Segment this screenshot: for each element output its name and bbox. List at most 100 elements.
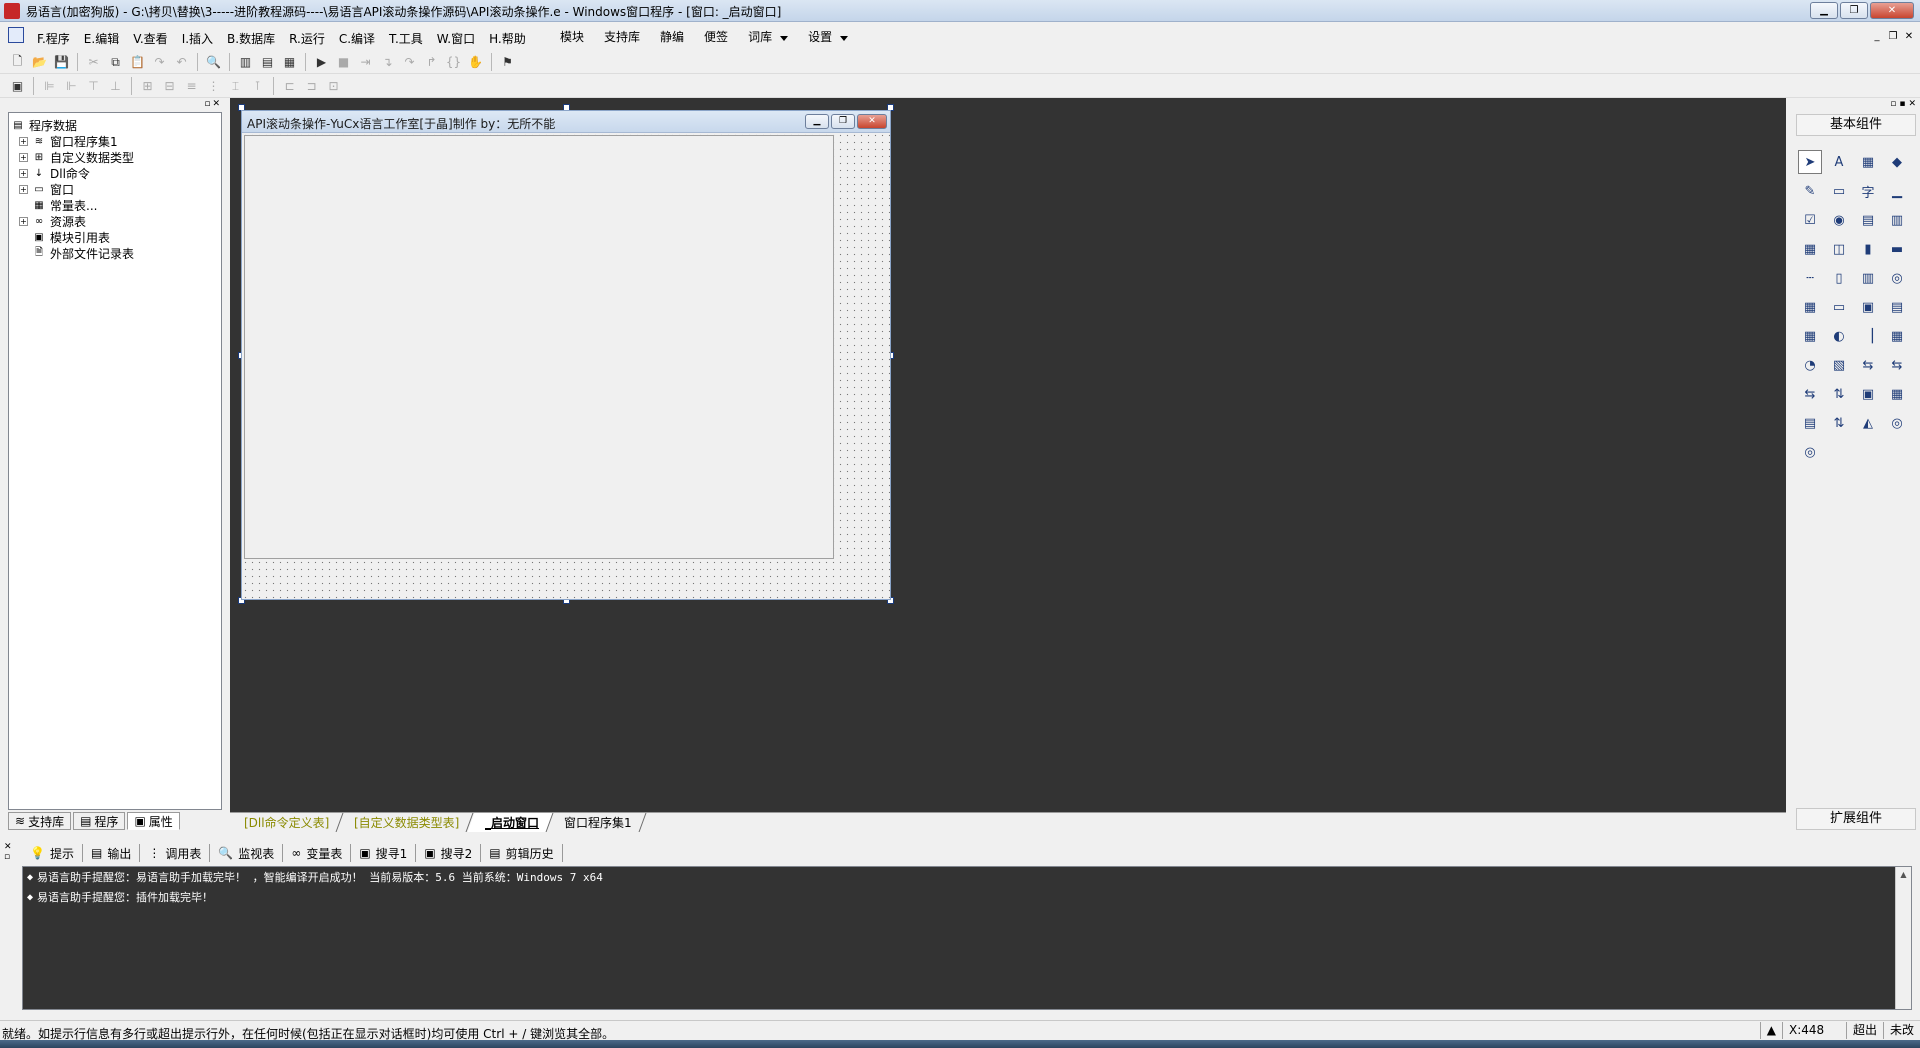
component-icon[interactable]: ⇅ bbox=[1827, 382, 1851, 406]
panel-float-icon[interactable]: ▫ bbox=[1890, 99, 1896, 109]
panel-float-icon[interactable]: ▫ bbox=[204, 99, 210, 109]
component-icon[interactable]: ▥ bbox=[1885, 208, 1909, 232]
layout-bottom-icon[interactable]: ▦ bbox=[280, 53, 299, 71]
component-icon[interactable]: ▦ bbox=[1798, 237, 1822, 261]
align-top-icon[interactable]: ⊤ bbox=[84, 77, 103, 95]
component-icon[interactable]: ▤ bbox=[1856, 208, 1880, 232]
component-icon[interactable]: ▦ bbox=[1885, 382, 1909, 406]
same-width-icon[interactable]: ⊺ bbox=[248, 77, 267, 95]
tab-dll-table[interactable]: [Dll命令定义表] bbox=[226, 813, 344, 832]
tab-support-lib[interactable]: ≋ 支持库 bbox=[8, 812, 72, 830]
align-right-icon[interactable]: ⊩ bbox=[62, 77, 81, 95]
expand-icon[interactable]: + bbox=[19, 152, 28, 162]
expand-icon[interactable]: + bbox=[19, 184, 28, 194]
tab-call-stack[interactable]: ⋮ 调用表 bbox=[140, 844, 211, 862]
menu-settings-group[interactable]: 设置 bbox=[808, 28, 849, 45]
tree-node-assembly[interactable]: + ≋ 窗口程序集1 bbox=[17, 133, 219, 149]
component-icon[interactable]: ▯ bbox=[1827, 266, 1851, 290]
tab-program[interactable]: ▤ 程序 bbox=[73, 812, 126, 830]
component-icon[interactable]: ▕ bbox=[1856, 324, 1880, 348]
breakpoint-icon[interactable]: {} bbox=[444, 53, 463, 71]
component-icon[interactable]: ▦ bbox=[1885, 324, 1909, 348]
component-icon[interactable]: ▁ bbox=[1885, 179, 1909, 203]
component-icon[interactable]: ⇆ bbox=[1885, 353, 1909, 377]
step-icon[interactable]: ⇥ bbox=[356, 53, 375, 71]
center-h-icon[interactable]: ⊞ bbox=[138, 77, 157, 95]
menu-static-compile[interactable]: 静编 bbox=[660, 28, 684, 45]
chevron-down-icon[interactable] bbox=[840, 35, 849, 41]
helper-icon[interactable]: ⚑ bbox=[498, 53, 517, 71]
tab-hint[interactable]: 💡 提示 bbox=[22, 844, 83, 862]
component-icon[interactable]: ▣ bbox=[1856, 295, 1880, 319]
design-canvas[interactable]: API滚动条操作-YuCx语言工作室[于晶]制作 by：无所不能 ▁ ❐ ✕ bbox=[230, 98, 1786, 812]
component-icon[interactable]: ◎ bbox=[1885, 266, 1909, 290]
open-folder-icon[interactable]: 📂 bbox=[30, 53, 49, 71]
component-icon[interactable]: A bbox=[1827, 150, 1851, 174]
component-icon[interactable]: ☑ bbox=[1798, 208, 1822, 232]
component-icon[interactable]: ⇅ bbox=[1827, 411, 1851, 435]
center-form-icon[interactable]: ⊡ bbox=[324, 77, 343, 95]
component-icon[interactable]: ⇆ bbox=[1856, 353, 1880, 377]
layout-left-icon[interactable]: ▥ bbox=[236, 53, 255, 71]
tree-node-dll[interactable]: + ↓ Dll命令 bbox=[17, 165, 219, 181]
cut-icon[interactable]: ✂ bbox=[84, 53, 103, 71]
menu-window[interactable]: W.窗口 bbox=[430, 30, 482, 47]
component-icon[interactable]: ▦ bbox=[1798, 295, 1822, 319]
tab-variables[interactable]: ∞ 变量表 bbox=[283, 844, 352, 862]
document-icon[interactable] bbox=[8, 27, 24, 43]
component-icon[interactable]: ◭ bbox=[1856, 411, 1880, 435]
component-icon[interactable]: ▭ bbox=[1827, 295, 1851, 319]
expand-icon[interactable]: + bbox=[19, 136, 28, 146]
grid-icon[interactable]: ▣ bbox=[8, 77, 27, 95]
component-icon[interactable]: ▥ bbox=[1856, 266, 1880, 290]
copy-icon[interactable]: ⧉ bbox=[106, 53, 125, 71]
chevron-down-icon[interactable] bbox=[780, 35, 789, 41]
panel-pin-icon[interactable]: ▪ bbox=[1899, 99, 1905, 109]
tree-node-modules[interactable]: ▣ 模块引用表 bbox=[17, 229, 219, 245]
component-icon[interactable]: ▭ bbox=[1827, 179, 1851, 203]
basic-components-header[interactable]: 基本组件 bbox=[1796, 114, 1916, 136]
stop-icon[interactable]: ■ bbox=[334, 53, 353, 71]
menu-insert[interactable]: I.插入 bbox=[175, 30, 220, 47]
paste-icon[interactable]: 📋 bbox=[128, 53, 147, 71]
component-icon[interactable]: ✎ bbox=[1798, 179, 1822, 203]
menu-module[interactable]: 模块 bbox=[560, 28, 584, 45]
menu-edit[interactable]: E.编辑 bbox=[77, 30, 126, 47]
mdi-close-button[interactable]: ✕ bbox=[1902, 30, 1916, 43]
menu-notes[interactable]: 便签 bbox=[704, 28, 728, 45]
menu-support-lib[interactable]: 支持库 bbox=[604, 28, 640, 45]
component-icon[interactable]: ◎ bbox=[1885, 411, 1909, 435]
tab-search1[interactable]: ▣ 搜寻1 bbox=[351, 844, 417, 862]
tree-node-resources[interactable]: + ∞ 资源表 bbox=[17, 213, 219, 229]
mdi-restore-button[interactable]: ❐ bbox=[1886, 30, 1900, 43]
component-icon[interactable]: ▧ bbox=[1827, 353, 1851, 377]
component-icon[interactable]: ◫ bbox=[1827, 237, 1851, 261]
component-icon[interactable]: ◔ bbox=[1798, 353, 1822, 377]
tab-assembly[interactable]: 窗口程序集1 bbox=[546, 813, 646, 832]
panel-close-icon[interactable]: ✕ bbox=[212, 99, 220, 109]
component-icon[interactable]: ▤ bbox=[1798, 411, 1822, 435]
step-into-icon[interactable]: ↴ bbox=[378, 53, 397, 71]
find-icon[interactable]: 🔍 bbox=[204, 53, 223, 71]
component-icon[interactable]: ⇆ bbox=[1798, 382, 1822, 406]
tab-properties[interactable]: ▣ 属性 bbox=[127, 812, 180, 830]
menu-view[interactable]: V.查看 bbox=[126, 30, 174, 47]
design-form[interactable]: API滚动条操作-YuCx语言工作室[于晶]制作 by：无所不能 ▁ ❐ ✕ bbox=[241, 110, 891, 600]
save-icon[interactable]: 💾 bbox=[52, 53, 71, 71]
run-icon[interactable]: ▶ bbox=[312, 53, 331, 71]
tab-output[interactable]: ▤ 输出 bbox=[83, 844, 141, 862]
menu-database[interactable]: B.数据库 bbox=[220, 30, 282, 47]
component-icon[interactable]: ◐ bbox=[1827, 324, 1851, 348]
same-height-icon[interactable]: ⊏ bbox=[280, 77, 299, 95]
output-close-icon[interactable]: ✕ bbox=[4, 842, 12, 852]
output-float-icon[interactable]: ▫ bbox=[4, 852, 12, 862]
output-scrollbar[interactable]: ▲ bbox=[1895, 867, 1911, 1009]
pointer-tool-icon[interactable]: ➤ bbox=[1798, 150, 1822, 174]
program-tree[interactable]: ▤ 程序数据 + ≋ 窗口程序集1 + ⊞ 自定义数据类型 + ↓ Dll命令 … bbox=[8, 112, 222, 810]
component-icon[interactable]: ◉ bbox=[1827, 208, 1851, 232]
tree-node-struct[interactable]: + ⊞ 自定义数据类型 bbox=[17, 149, 219, 165]
minimize-button[interactable]: ▁ bbox=[1810, 2, 1838, 19]
tree-root[interactable]: ▤ 程序数据 bbox=[11, 117, 219, 133]
tree-node-constants[interactable]: ▦ 常量表... bbox=[17, 197, 219, 213]
status-up-icon[interactable]: ▲ bbox=[1759, 1022, 1782, 1039]
